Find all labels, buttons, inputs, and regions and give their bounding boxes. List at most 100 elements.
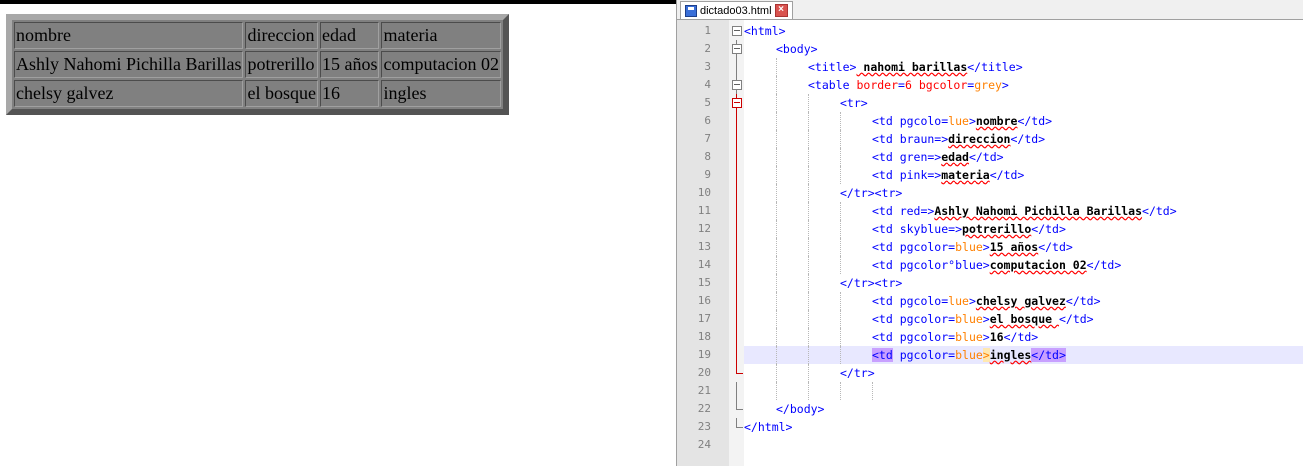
code-line[interactable]: 15 </tr><tr>	[677, 274, 1303, 292]
code-token: </td>	[1017, 114, 1053, 128]
code-token: >	[982, 312, 990, 326]
code-token: blue	[955, 240, 983, 254]
fold-line-icon	[732, 292, 742, 310]
code-editor: dictado03.html × 1 <html> 2 <body> 3 <ti…	[676, 0, 1303, 466]
code-token: <td red=>	[872, 204, 935, 218]
code-token: <title>	[808, 60, 857, 74]
code-token: </td>	[1038, 240, 1073, 254]
code-line[interactable]: 8 <td gren=>edad</td>	[677, 148, 1303, 166]
code-token: 16	[989, 330, 1004, 344]
close-icon[interactable]: ×	[774, 4, 788, 17]
code-line[interactable]: 1 <html>	[677, 22, 1303, 40]
code-token: chelsy galvez	[975, 294, 1066, 308]
code-token: </tr><tr>	[840, 276, 903, 290]
code-line[interactable]: 10 </tr><tr>	[677, 184, 1303, 202]
line-number: 9	[704, 168, 711, 181]
fold-toggle-icon[interactable]	[732, 22, 742, 40]
code-line[interactable]: 18 <td pgcolor=blue>16</td>	[677, 328, 1303, 346]
line-number: 21	[697, 384, 711, 397]
code-token: >	[968, 294, 976, 308]
line-number: 11	[697, 204, 711, 217]
fold-toggle-icon[interactable]	[732, 40, 742, 58]
code-line[interactable]: 12 <td skyblue=>potrerillo</td>	[677, 220, 1303, 238]
code-area[interactable]: 1 <html> 2 <body> 3 <title> nahomi baril…	[677, 22, 1303, 454]
code-line[interactable]: 11 <td red=>Ashly Nahomi Pichilla Barill…	[677, 202, 1303, 220]
line-number: 2	[704, 42, 711, 55]
line-number: 20	[697, 366, 711, 379]
save-icon	[685, 4, 697, 17]
line-number: 22	[697, 402, 711, 415]
code-token: lue	[948, 114, 969, 128]
fold-line-icon	[732, 130, 742, 148]
fold-line-icon	[732, 112, 742, 130]
code-line[interactable]: 23 </html>	[677, 418, 1303, 436]
fold-end-icon	[732, 364, 743, 382]
code-token: nombre	[975, 114, 1018, 128]
code-token: </td>	[1010, 132, 1046, 146]
code-token: </td>	[1031, 348, 1066, 362]
code-token: direccion	[948, 132, 1011, 146]
code-token: el bosque	[989, 312, 1059, 326]
code-token: </td>	[1142, 204, 1177, 218]
code-token: <table	[808, 78, 857, 92]
code-line[interactable]: 21	[677, 382, 1303, 400]
fold-line-icon	[732, 220, 742, 238]
code-line[interactable]: 17 <td pgcolor=blue>el bosque </td>	[677, 310, 1303, 328]
code-line[interactable]: 5 <tr>	[677, 94, 1303, 112]
code-token: </td>	[1058, 312, 1094, 326]
code-line[interactable]: 3 <title> nahomi barillas</title>	[677, 58, 1303, 76]
table-cell: direccion	[245, 22, 318, 49]
code-token: Ashly Nahomi Pichilla Barillas	[934, 204, 1143, 218]
tab-label: dictado03.html	[700, 4, 772, 17]
code-line-current[interactable]: 19 <td pgcolor=blue>ingles</td>	[677, 346, 1303, 364]
code-token: </td>	[1031, 222, 1066, 236]
line-number: 16	[697, 294, 711, 307]
code-token: blue	[955, 348, 983, 362]
code-token: nahomi barillas	[856, 60, 968, 74]
code-line[interactable]: 16 <td pgcolo=lue>chelsy galvez</td>	[677, 292, 1303, 310]
fold-line-icon	[732, 256, 742, 274]
code-token: edad	[941, 150, 969, 164]
fold-line-icon	[732, 184, 742, 202]
fold-toggle-icon[interactable]	[732, 94, 742, 112]
fold-toggle-icon[interactable]	[732, 76, 742, 94]
table-cell: ingles	[381, 80, 501, 107]
code-line[interactable]: 20 </tr>	[677, 364, 1303, 382]
code-token: lue	[948, 294, 969, 308]
line-number: 5	[704, 96, 711, 109]
file-tab[interactable]: dictado03.html ×	[680, 1, 793, 19]
code-line[interactable]: 4 <table border=6 bgcolor=grey>	[677, 76, 1303, 94]
table-row: Ashly Nahomi Pichilla Barillas potrerill…	[14, 51, 501, 78]
line-number: 12	[697, 222, 711, 235]
code-token: border	[856, 78, 899, 92]
line-number: 8	[704, 150, 711, 163]
table-row: nombre direccion edad materia	[14, 22, 501, 49]
code-token: 6	[904, 78, 912, 92]
fold-end-icon	[732, 400, 743, 418]
code-token: <td pgcolor=	[872, 240, 956, 254]
browser-top-edge	[0, 0, 676, 4]
code-token: computacion 02	[989, 258, 1087, 272]
line-number: 6	[704, 114, 711, 127]
code-line[interactable]: 6 <td pgcolo=lue>nombre</td>	[677, 112, 1303, 130]
code-token: 15 años	[989, 240, 1039, 254]
fold-line-icon	[732, 274, 742, 292]
code-line[interactable]: 14 <td pgcolor°blue>computacion 02</td>	[677, 256, 1303, 274]
code-token: </tr>	[840, 366, 875, 380]
code-token: potrerillo	[962, 222, 1032, 236]
code-token: bgcolor	[911, 78, 968, 92]
code-line[interactable]: 9 <td pink=>materia</td>	[677, 166, 1303, 184]
code-line[interactable]: 24	[677, 436, 1303, 454]
rendered-table: nombre direccion edad materia Ashly Naho…	[6, 14, 509, 115]
table-cell: el bosque	[245, 80, 318, 107]
code-line[interactable]: 13 <td pgcolor=blue>15 años</td>	[677, 238, 1303, 256]
code-token: blue	[955, 312, 983, 326]
code-line[interactable]: 22 </body>	[677, 400, 1303, 418]
code-line[interactable]: 2 <body>	[677, 40, 1303, 58]
code-line[interactable]: 7 <td braun=>direccion</td>	[677, 130, 1303, 148]
code-token: =	[898, 78, 905, 92]
tab-bar: dictado03.html ×	[677, 0, 1303, 20]
line-number: 13	[697, 240, 711, 253]
code-token: >	[968, 114, 976, 128]
table-cell: 16	[319, 80, 380, 107]
